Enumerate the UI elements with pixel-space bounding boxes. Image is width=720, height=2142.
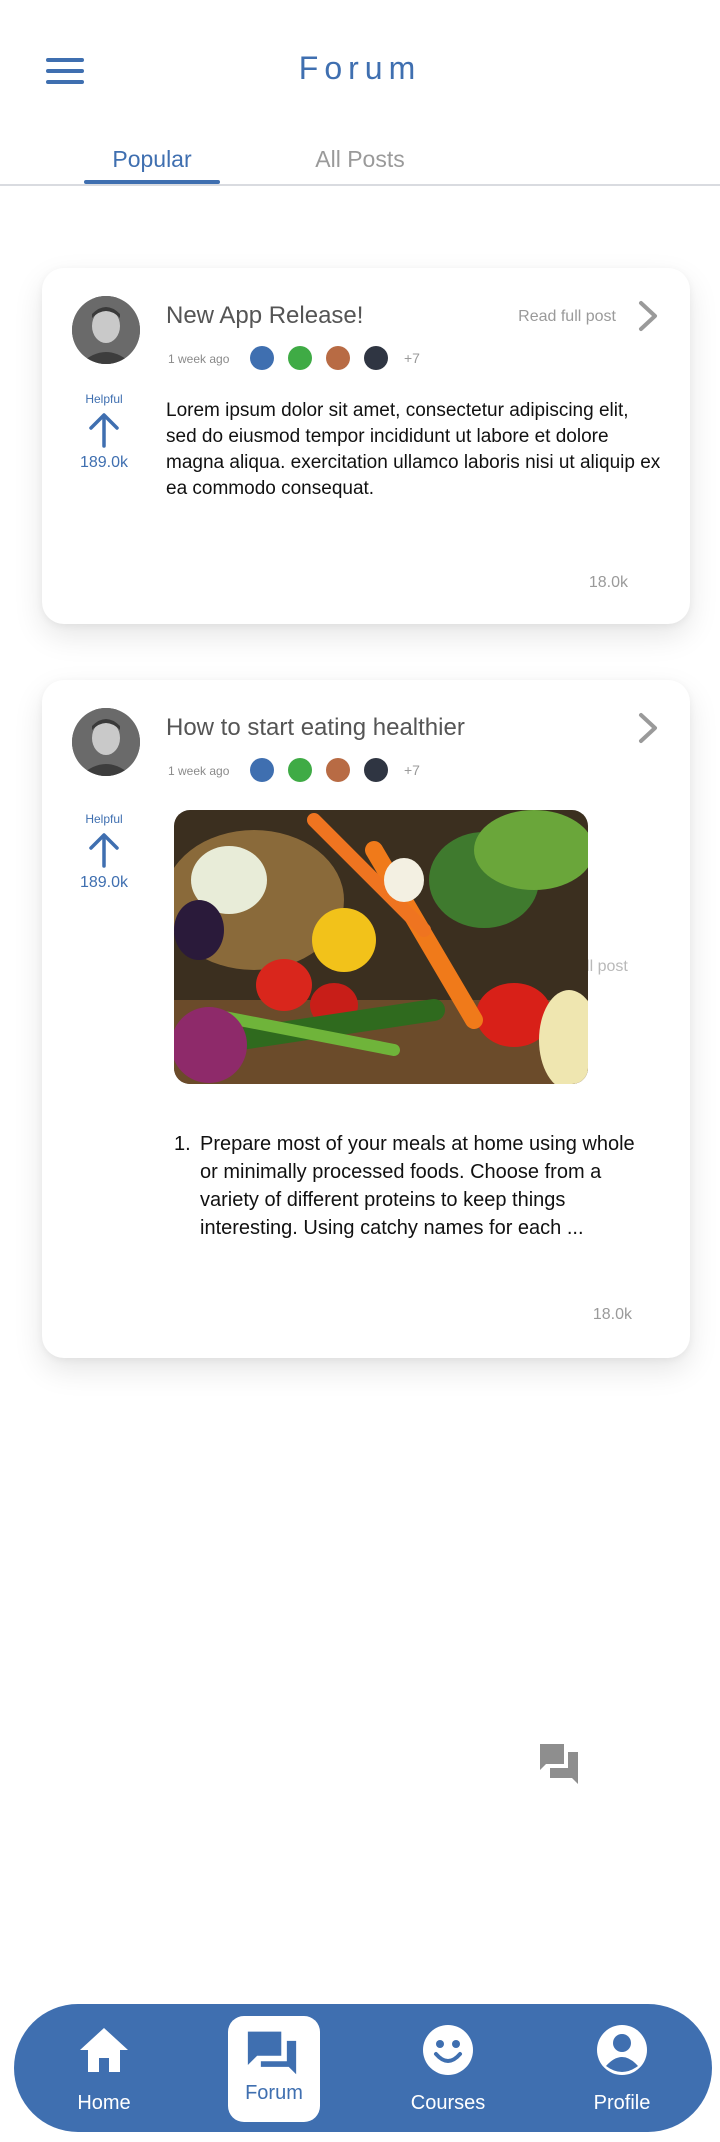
post-image-vegetables[interactable] <box>174 810 588 1084</box>
nav-label: Courses <box>410 2092 486 2114</box>
nav-label: Home <box>77 2092 131 2114</box>
chevron-right-icon[interactable] <box>636 712 660 744</box>
helpful-label: Helpful <box>85 392 123 406</box>
helpful-count: 189.0k <box>79 454 129 471</box>
nav-home[interactable]: Home <box>44 2004 164 2132</box>
post-time: 1 week ago <box>168 764 230 778</box>
chevron-right-icon[interactable] <box>636 300 660 332</box>
participant-avatar <box>288 346 312 370</box>
post-card[interactable]: How to start eating healthier 1 week ago… <box>42 680 690 1358</box>
post-title[interactable]: How to start eating healthier <box>166 714 465 742</box>
nav-label: Forum <box>245 2082 303 2104</box>
post-card[interactable]: New App Release! Read full post 1 week a… <box>42 268 690 624</box>
page-title: Forum <box>298 50 422 86</box>
tab-all-posts[interactable]: All Posts <box>300 146 420 173</box>
bottom-navigation: Home Forum Courses Profile <box>14 2004 712 2132</box>
active-tab-indicator <box>84 180 220 184</box>
participant-avatar <box>250 346 274 370</box>
helpful-vote-button[interactable]: Helpful 189.0k <box>64 392 144 472</box>
forum-icon <box>247 2031 297 2075</box>
author-avatar <box>72 296 140 364</box>
nav-courses[interactable]: Courses <box>388 2004 508 2132</box>
read-full-post-link[interactable]: Read full post <box>518 308 616 326</box>
forum-chat-icon[interactable] <box>538 1742 580 1786</box>
tab-popular[interactable]: Popular <box>84 146 220 173</box>
post-time: 1 week ago <box>168 352 230 366</box>
app-header: Forum <box>0 0 720 140</box>
participant-avatar <box>326 346 350 370</box>
post-title[interactable]: New App Release! <box>166 302 363 330</box>
helpful-count: 189.0k <box>79 874 129 891</box>
smiley-icon <box>423 2025 473 2075</box>
helpful-label: Helpful <box>85 812 123 826</box>
nav-forum[interactable]: Forum <box>228 2016 320 2122</box>
arrow-up-icon <box>89 413 119 448</box>
participant-avatar <box>250 758 274 782</box>
participant-avatar <box>288 758 312 782</box>
participant-avatar <box>326 758 350 782</box>
participant-avatar <box>364 346 388 370</box>
nav-label: Profile <box>593 2092 651 2114</box>
home-icon <box>80 2028 128 2072</box>
post-body: Lorem ipsum dolor sit amet, consectetur … <box>166 400 661 499</box>
helpful-vote-button[interactable]: Helpful 189.0k <box>64 812 144 892</box>
more-participants: +7 <box>404 762 420 778</box>
list-number: 1. <box>174 1133 191 1155</box>
arrow-up-icon <box>89 833 119 868</box>
post-count: 18.0k <box>592 1306 632 1323</box>
user-circle-icon <box>597 2025 647 2075</box>
author-avatar <box>72 708 140 776</box>
nav-profile[interactable]: Profile <box>562 2004 682 2132</box>
post-count: 18.0k <box>588 574 628 591</box>
tab-bar: Popular All Posts <box>0 140 720 186</box>
list-text: Prepare most of your meals at home using… <box>200 1133 635 1239</box>
participant-avatar <box>364 758 388 782</box>
post-list-item: 1. Prepare most of your meals at home us… <box>174 1130 654 1242</box>
more-participants: +7 <box>404 350 420 366</box>
